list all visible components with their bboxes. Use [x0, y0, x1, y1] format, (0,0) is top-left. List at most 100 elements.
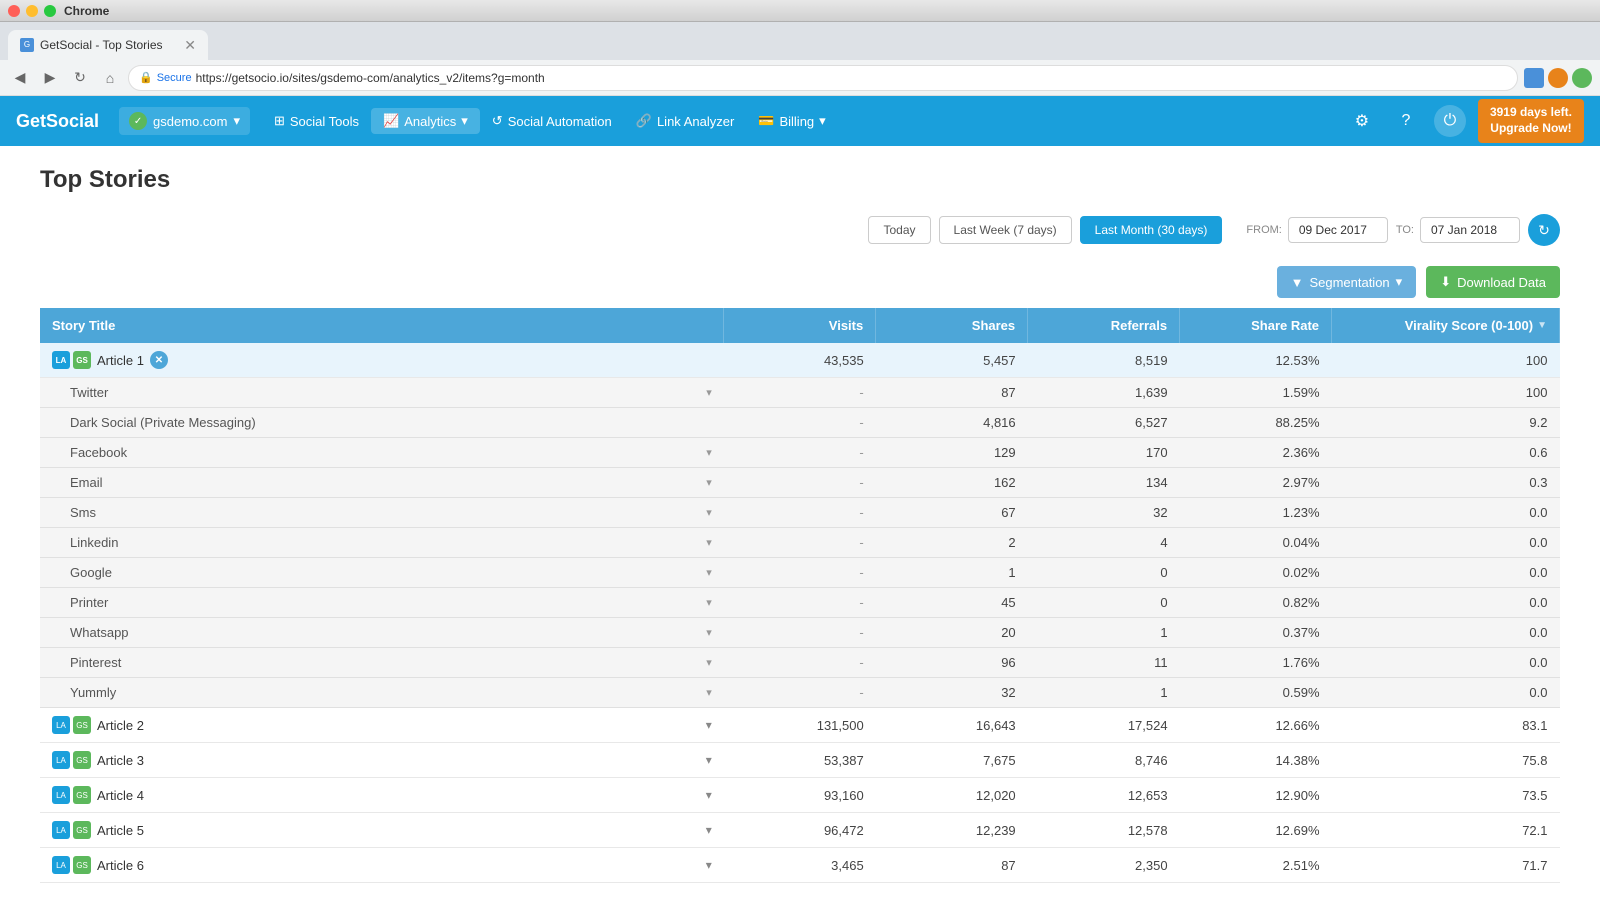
sub-share-rate: 0.04% [1180, 528, 1332, 558]
nav-social-automation[interactable]: ↺ Social Automation [480, 108, 624, 134]
sub-referrals: 1 [1028, 618, 1180, 648]
period-last-week-button[interactable]: Last Week (7 days) [939, 216, 1072, 244]
sub-row[interactable]: Yummly ▾ - 32 1 0.59% 0.0 [40, 678, 1560, 708]
article-row[interactable]: LA GS Article 2 ▾ 131,500 16,643 17,524 … [40, 708, 1560, 743]
upgrade-button[interactable]: 3919 days left. Upgrade Now! [1478, 99, 1584, 142]
refresh-button[interactable]: ↻ [1528, 214, 1560, 246]
back-button[interactable]: ◀ [8, 66, 32, 90]
sub-share-rate: 88.25% [1180, 408, 1332, 438]
expand-icon[interactable]: ▾ [706, 823, 712, 837]
minimize-button[interactable] [26, 5, 38, 17]
sub-share-rate: 1.23% [1180, 498, 1332, 528]
sub-chevron-icon[interactable]: ▾ [706, 476, 712, 489]
tab-close-button[interactable]: ✕ [184, 37, 196, 54]
sub-row-cell: Google ▾ [70, 565, 712, 580]
sub-row[interactable]: Facebook ▾ - 129 170 2.36% 0.6 [40, 438, 1560, 468]
col-story-title: Story Title [40, 308, 724, 343]
sub-shares: 162 [876, 468, 1028, 498]
nav-analytics[interactable]: 📈 Analytics ▾ [371, 108, 480, 134]
sub-chevron-icon[interactable]: ▾ [706, 596, 712, 609]
sub-visits: - [724, 498, 876, 528]
power-button[interactable]: ⏻ [1434, 105, 1466, 137]
settings-button[interactable]: ⚙ [1346, 105, 1378, 137]
sub-chevron-icon[interactable]: ▾ [706, 386, 712, 399]
sub-referrals: 170 [1028, 438, 1180, 468]
sub-row[interactable]: Printer ▾ - 45 0 0.82% 0.0 [40, 588, 1560, 618]
close-button[interactable] [8, 5, 20, 17]
sub-row[interactable]: Email ▾ - 162 134 2.97% 0.3 [40, 468, 1560, 498]
nav-billing-label: Billing [779, 114, 814, 129]
forward-button[interactable]: ▶ [38, 66, 62, 90]
sub-visits: - [724, 648, 876, 678]
sub-row-cell: Whatsapp ▾ [70, 625, 712, 640]
reload-button[interactable]: ↻ [68, 66, 92, 90]
sub-row[interactable]: Pinterest ▾ - 96 11 1.76% 0.0 [40, 648, 1560, 678]
sub-chevron-icon[interactable]: ▾ [706, 656, 712, 669]
article-row[interactable]: LA GS Article 6 ▾ 3,465 87 2,350 2.51% 7… [40, 848, 1560, 883]
nav-automation-label: Social Automation [508, 114, 612, 129]
ext-icon-1[interactable] [1524, 68, 1544, 88]
sub-referrals: 134 [1028, 468, 1180, 498]
article-referrals: 12,578 [1028, 813, 1180, 848]
article-icons: LA GS [52, 821, 91, 839]
expand-icon[interactable]: ▾ [706, 753, 712, 767]
sub-chevron-icon[interactable]: ▾ [706, 626, 712, 639]
analytics-chart-icon: 📈 [383, 113, 399, 129]
article-virality: 73.5 [1332, 778, 1560, 813]
sub-shares: 4,816 [876, 408, 1028, 438]
article-row[interactable]: LA GS Article 5 ▾ 96,472 12,239 12,578 1… [40, 813, 1560, 848]
expand-icon[interactable]: ▾ [706, 858, 712, 872]
to-date-input[interactable]: 07 Jan 2018 [1420, 217, 1520, 243]
expand-icon[interactable]: ▾ [706, 718, 712, 732]
sub-share-rate: 0.82% [1180, 588, 1332, 618]
article-row[interactable]: LA GS Article 3 ▾ 53,387 7,675 8,746 14.… [40, 743, 1560, 778]
from-date-input[interactable]: 09 Dec 2017 [1288, 217, 1388, 243]
sub-virality: 0.0 [1332, 528, 1560, 558]
sub-chevron-icon[interactable]: ▾ [706, 566, 712, 579]
article-row[interactable]: LA GS Article 1 ✕ 43,535 5,457 8,519 12.… [40, 343, 1560, 378]
home-button[interactable]: ⌂ [98, 66, 122, 90]
page-content: Top Stories Today Last Week (7 days) Las… [0, 146, 1600, 903]
sub-chevron-icon[interactable]: ▾ [706, 446, 712, 459]
nav-social-tools[interactable]: ⊞ Social Tools [262, 108, 371, 134]
help-button[interactable]: ? [1390, 105, 1422, 137]
nav-link-analyzer[interactable]: 🔗 Link Analyzer [624, 108, 747, 134]
sub-chevron-icon[interactable]: ▾ [706, 686, 712, 699]
article-title: Article 6 [97, 858, 144, 873]
download-data-button[interactable]: ⬇ Download Data [1426, 266, 1560, 298]
nav-billing[interactable]: 💳 Billing ▾ [746, 108, 837, 134]
article-row[interactable]: LA GS Article 4 ▾ 93,160 12,020 12,653 1… [40, 778, 1560, 813]
sub-row[interactable]: Dark Social (Private Messaging) - 4,816 … [40, 408, 1560, 438]
browser-tab[interactable]: G GetSocial - Top Stories ✕ [8, 30, 208, 60]
app-logo: GetSocial [16, 111, 99, 132]
sub-chevron-icon[interactable]: ▾ [706, 536, 712, 549]
sub-shares: 129 [876, 438, 1028, 468]
period-today-button[interactable]: Today [868, 216, 930, 244]
nav-analytics-label: Analytics [404, 114, 456, 129]
maximize-button[interactable] [44, 5, 56, 17]
sub-share-rate: 1.76% [1180, 648, 1332, 678]
action-bar: ▼ Segmentation ▾ ⬇ Download Data [40, 266, 1560, 298]
article-icons: LA GS [52, 856, 91, 874]
sub-row[interactable]: Twitter ▾ - 87 1,639 1.59% 100 [40, 378, 1560, 408]
collapse-icon[interactable]: ✕ [150, 351, 168, 369]
ext-icon-2[interactable] [1548, 68, 1568, 88]
sub-row[interactable]: Linkedin ▾ - 2 4 0.04% 0.0 [40, 528, 1560, 558]
sub-chevron-icon[interactable]: ▾ [706, 506, 712, 519]
site-selector[interactable]: ✓ gsdemo.com ▾ [119, 107, 250, 135]
sub-row[interactable]: Whatsapp ▾ - 20 1 0.37% 0.0 [40, 618, 1560, 648]
sub-referrals: 6,527 [1028, 408, 1180, 438]
article-share-rate: 2.51% [1180, 848, 1332, 883]
expand-icon[interactable]: ▾ [706, 788, 712, 802]
sub-row[interactable]: Google ▾ - 1 0 0.02% 0.0 [40, 558, 1560, 588]
article-visits: 96,472 [724, 813, 876, 848]
social-tools-grid-icon: ⊞ [274, 113, 285, 129]
col-shares: Shares [876, 308, 1028, 343]
segmentation-button[interactable]: ▼ Segmentation ▾ [1277, 266, 1417, 298]
address-input[interactable]: 🔒 Secure https://getsocio.io/sites/gsdem… [128, 65, 1518, 91]
table-header-row: Story Title Visits Shares Referrals Shar… [40, 308, 1560, 343]
ext-icon-3[interactable] [1572, 68, 1592, 88]
sub-row[interactable]: Sms ▾ - 67 32 1.23% 0.0 [40, 498, 1560, 528]
period-last-month-button[interactable]: Last Month (30 days) [1080, 216, 1223, 244]
sub-shares: 45 [876, 588, 1028, 618]
